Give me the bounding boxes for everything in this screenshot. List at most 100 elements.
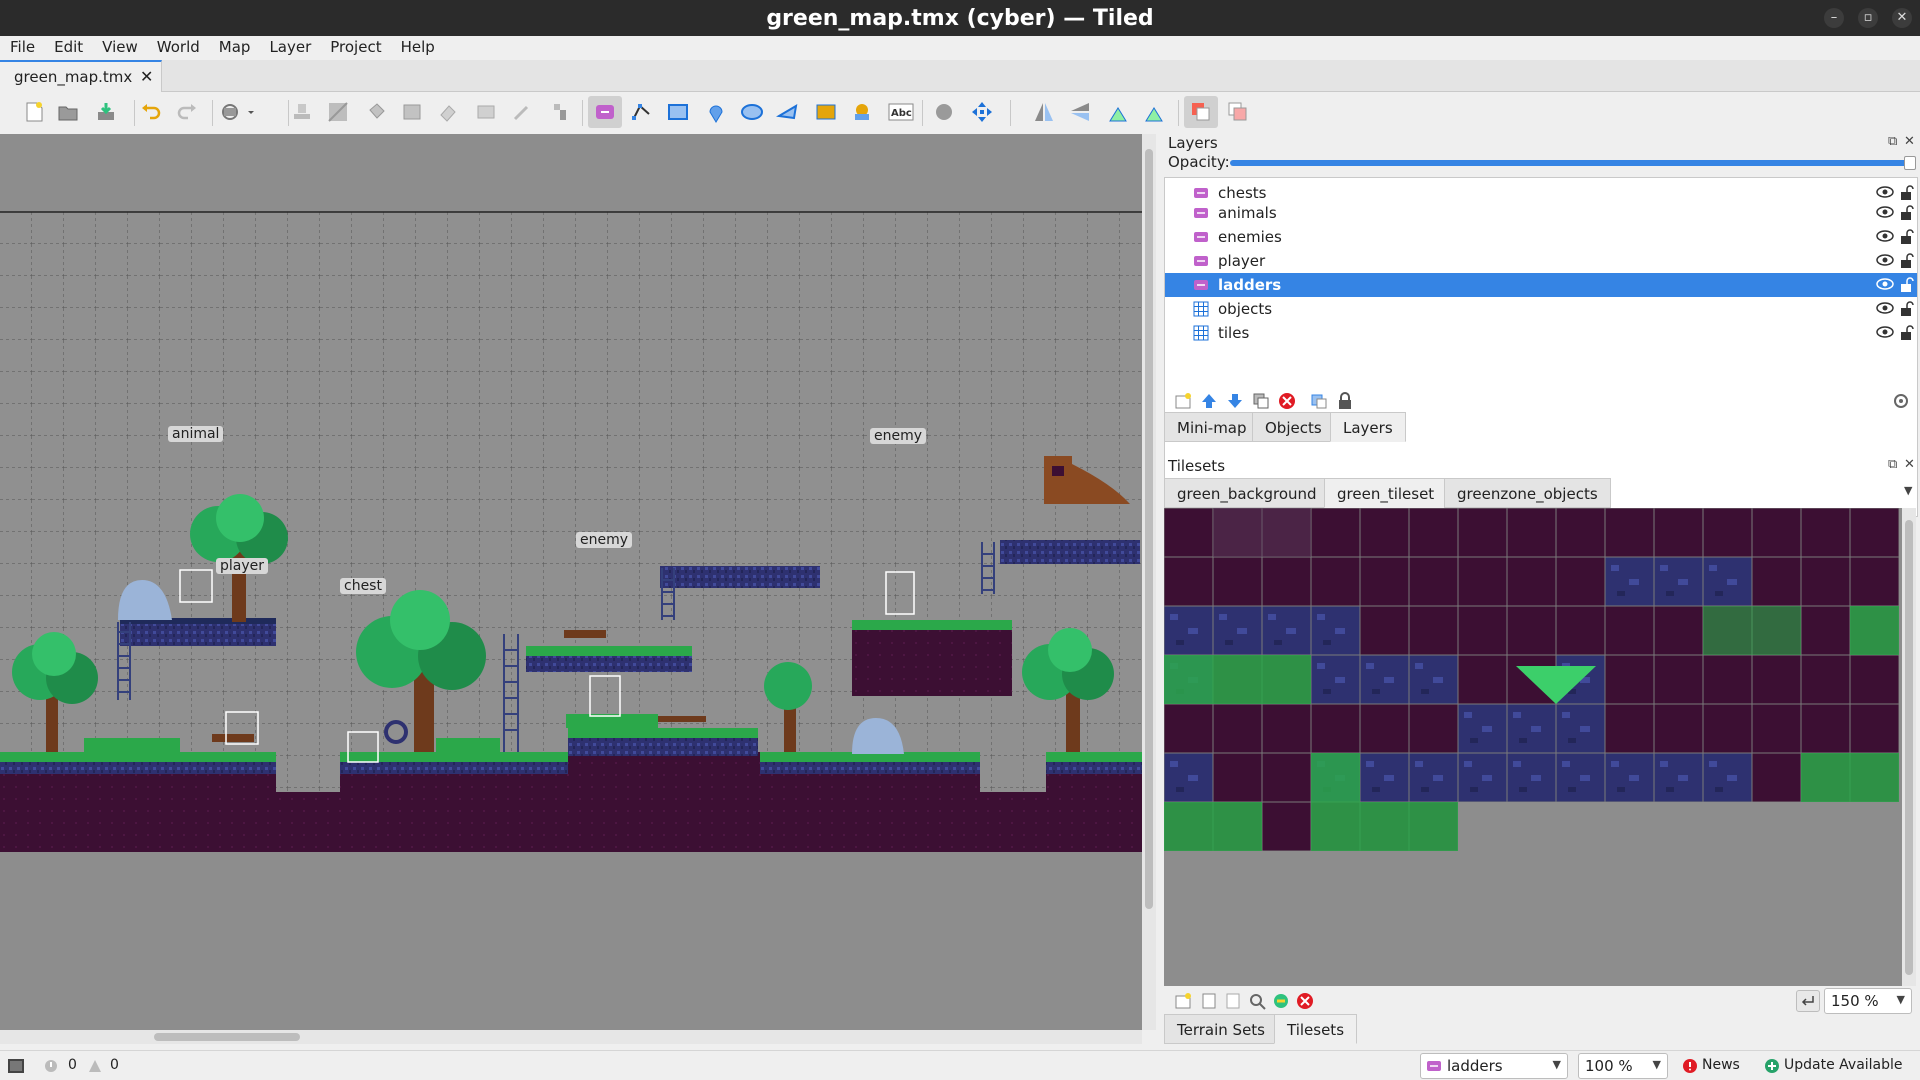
edit-tileset-icon[interactable] (1248, 992, 1266, 1010)
opacity-slider-handle[interactable] (1904, 156, 1916, 170)
flip-vertical-icon[interactable] (1068, 100, 1092, 124)
visibility-eye-icon[interactable] (1875, 252, 1895, 268)
insert-tile-icon[interactable] (814, 100, 838, 124)
duplicate-layer-icon[interactable] (1252, 392, 1270, 410)
layer-row-objects[interactable]: objects (1165, 297, 1917, 321)
unlock-icon[interactable] (1900, 301, 1914, 317)
tab-greenzone-objects[interactable]: greenzone_objects (1444, 478, 1611, 508)
insert-polygon-icon[interactable] (776, 100, 800, 124)
flip-horizontal-icon[interactable] (1032, 100, 1056, 124)
menu-view[interactable]: View (92, 36, 147, 56)
rotate-left-icon[interactable] (1106, 100, 1130, 124)
save-file-icon[interactable] (94, 100, 118, 124)
console-icon[interactable] (8, 1059, 24, 1073)
menu-edit[interactable]: Edit (44, 36, 92, 56)
tab-objects[interactable]: Objects (1252, 412, 1335, 442)
edit-polygons-icon[interactable] (630, 100, 654, 124)
tab-green-background[interactable]: green_background (1164, 478, 1330, 508)
news-button[interactable]: News (1702, 1057, 1740, 1073)
document-tab[interactable]: green_map.tmx ✕ (0, 60, 162, 92)
rect-select-icon[interactable] (474, 100, 498, 124)
visibility-eye-icon[interactable] (1875, 300, 1895, 316)
visibility-eye-icon[interactable] (1875, 228, 1895, 244)
layer-row-tiles[interactable]: tiles (1165, 321, 1917, 345)
visibility-eye-icon[interactable] (1875, 204, 1895, 220)
panel-options-icon[interactable] (1892, 392, 1910, 410)
move-icon[interactable] (970, 100, 994, 124)
visibility-eye-icon[interactable] (1875, 324, 1895, 340)
layer-row-enemies[interactable]: enemies (1165, 225, 1917, 249)
undo-icon[interactable] (138, 100, 162, 124)
remove-layer-icon[interactable] (1278, 392, 1296, 410)
tileset-vertical-scrollbar[interactable] (1902, 508, 1916, 986)
tab-tilesets[interactable]: Tilesets (1274, 1014, 1358, 1044)
terrain-brush-icon[interactable] (326, 100, 350, 124)
insert-rectangle-icon[interactable] (666, 100, 690, 124)
tab-mini-map[interactable]: Mini-map (1164, 412, 1260, 442)
menu-layer[interactable]: Layer (259, 36, 320, 56)
redo-icon[interactable] (176, 100, 200, 124)
current-layer-combo[interactable]: ladders ▼ (1420, 1053, 1568, 1079)
tab-layers[interactable]: Layers (1330, 412, 1406, 442)
dynamic-wrapping-icon[interactable] (1272, 992, 1290, 1010)
open-file-icon[interactable] (56, 100, 80, 124)
unlock-icon[interactable] (1900, 205, 1914, 221)
same-tile-select-icon[interactable] (548, 100, 572, 124)
lower-layer-icon[interactable] (1226, 392, 1244, 410)
close-panel-icon[interactable]: ✕ (1904, 457, 1915, 472)
unlock-icon[interactable] (1900, 253, 1914, 269)
insert-point-icon[interactable] (704, 100, 728, 124)
magic-wand-icon[interactable] (510, 100, 534, 124)
new-tileset-icon[interactable] (1174, 992, 1192, 1010)
stamp-options-icon[interactable] (220, 100, 254, 124)
tileset-list-chevron-icon[interactable]: ▼ (1904, 484, 1912, 497)
new-file-icon[interactable] (22, 100, 46, 124)
layer-row-animals[interactable]: animals (1165, 201, 1917, 225)
bucket-fill-icon[interactable] (364, 100, 388, 124)
map-zoom-combo[interactable]: 100 % ▼ (1578, 1053, 1668, 1079)
layer-row-player[interactable]: player (1165, 249, 1917, 273)
menu-project[interactable]: Project (320, 36, 390, 56)
export-tileset-icon[interactable] (1224, 992, 1242, 1010)
tab-green-tileset[interactable]: green_tileset (1324, 478, 1448, 508)
close-window-button[interactable]: ✕ (1892, 8, 1912, 28)
highlight-layer-icon[interactable] (1184, 96, 1218, 128)
wrap-toggle-icon[interactable] (1796, 990, 1820, 1012)
warning-count[interactable]: 0 (110, 1057, 119, 1073)
unlock-icon[interactable] (1900, 229, 1914, 245)
tab-terrain-sets[interactable]: Terrain Sets (1164, 1014, 1278, 1044)
eraser-icon[interactable] (436, 100, 460, 124)
show-hide-other-layers-icon[interactable] (1310, 392, 1328, 410)
layer-row-ladders[interactable]: ladders (1165, 273, 1917, 297)
unlock-icon[interactable] (1900, 185, 1914, 201)
map-horizontal-scrollbar[interactable] (0, 1030, 1142, 1044)
remove-tileset-icon[interactable] (1296, 992, 1314, 1010)
float-panel-icon[interactable]: ⧉ (1888, 457, 1897, 472)
raise-layer-icon[interactable] (1200, 392, 1218, 410)
visibility-eye-icon[interactable] (1875, 276, 1895, 292)
select-objects-icon[interactable] (588, 96, 622, 128)
insert-template-icon[interactable] (850, 100, 874, 124)
shape-fill-icon[interactable] (400, 100, 424, 124)
close-panel-icon[interactable]: ✕ (1904, 134, 1915, 149)
unlock-icon[interactable] (1900, 325, 1914, 341)
menu-file[interactable]: File (0, 36, 44, 56)
new-layer-icon[interactable] (1174, 392, 1192, 410)
minimize-button[interactable]: – (1824, 8, 1844, 28)
insert-text-icon[interactable]: Abc (888, 100, 914, 124)
opacity-slider[interactable] (1230, 160, 1912, 166)
visibility-eye-icon[interactable] (1875, 184, 1895, 200)
map-canvas[interactable]: animal enemy enemy player chest (0, 134, 1142, 1030)
float-panel-icon[interactable]: ⧉ (1888, 134, 1897, 149)
update-available-button[interactable]: Update Available (1784, 1057, 1903, 1073)
tileset-zoom-combo[interactable]: 150 % ▼ (1824, 988, 1912, 1014)
maximize-button[interactable]: ▫ (1858, 8, 1878, 28)
map-vertical-scrollbar[interactable] (1142, 134, 1156, 1030)
close-tab-icon[interactable]: ✕ (140, 67, 153, 86)
embed-tileset-icon[interactable] (1200, 992, 1218, 1010)
rotate-right-icon[interactable] (1142, 100, 1166, 124)
stamp-brush-icon[interactable] (290, 100, 314, 124)
menu-help[interactable]: Help (391, 36, 444, 56)
tileset-view[interactable] (1164, 508, 1902, 986)
error-count[interactable]: 0 (68, 1057, 77, 1073)
